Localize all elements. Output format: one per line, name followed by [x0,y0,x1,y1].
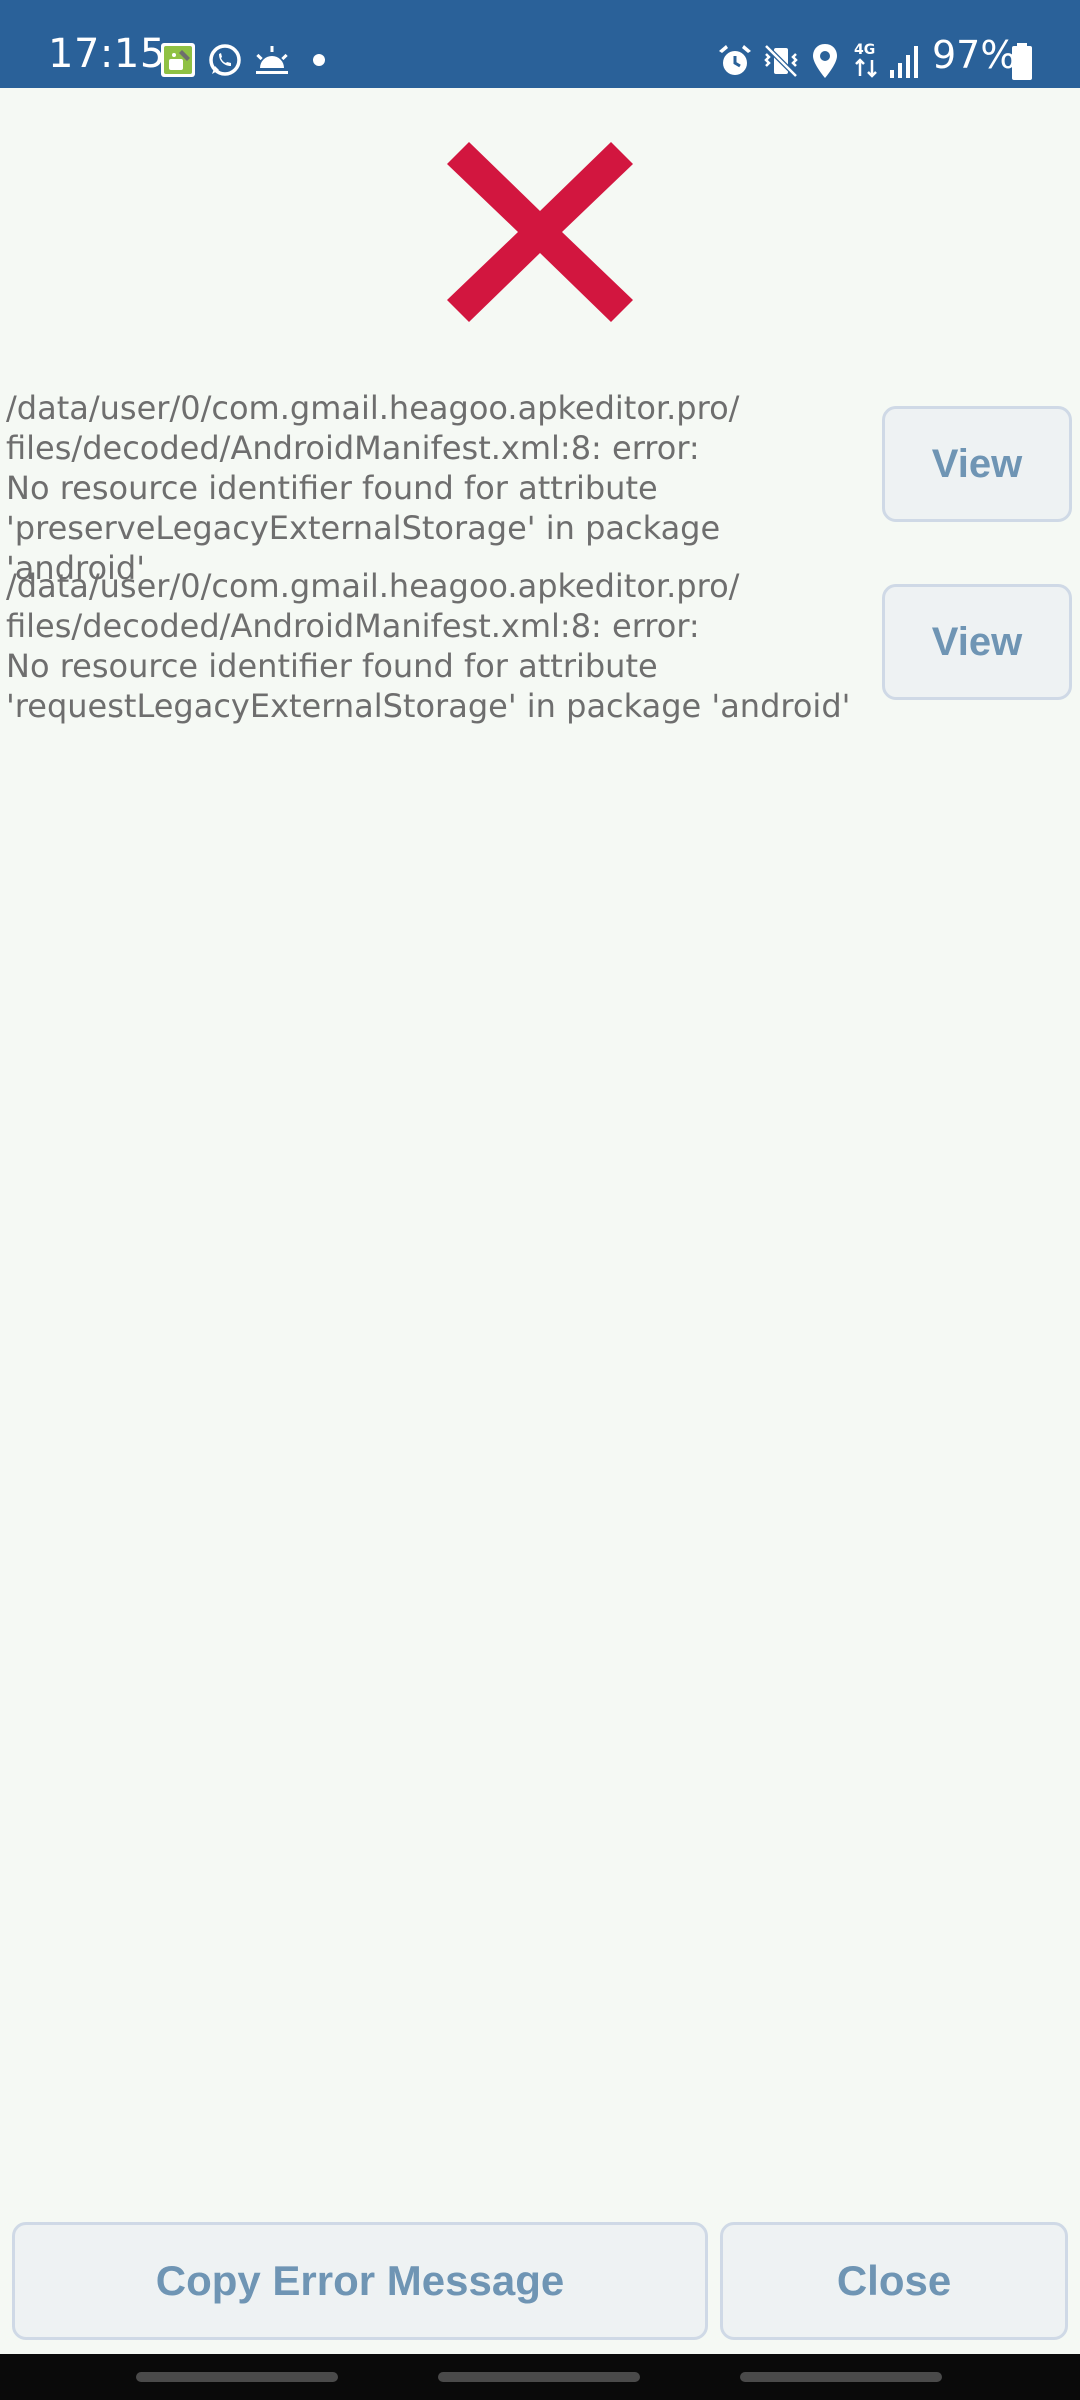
view-button[interactable]: View [882,406,1072,522]
error-message: /data/user/0/com.gmail.heagoo.apkeditor.… [6,567,851,725]
nav-back-handle[interactable] [740,2372,942,2382]
signal-icon [890,46,918,78]
nav-home-handle[interactable] [438,2372,640,2382]
vibrate-off-icon [764,44,798,78]
error-message: /data/user/0/com.gmail.heagoo.apkeditor.… [6,389,740,587]
nav-recent-apps-handle[interactable] [136,2372,338,2382]
navigation-bar [0,2354,1080,2400]
battery-percentage: 97% [932,33,1017,77]
apk-editor-icon [161,43,195,77]
4g-icon: 4G [854,42,877,78]
status-bar: 17:15 4G 97% [0,0,1080,88]
svg-text:4G: 4G [854,42,875,58]
view-button[interactable]: View [882,584,1072,700]
red-x-icon [447,142,633,322]
copy-error-message-button[interactable]: Copy Error Message [12,2222,708,2340]
whatsapp-icon [209,44,241,76]
alarm-icon [719,45,751,75]
dot-icon [313,54,325,66]
error-list-item: /data/user/0/com.gmail.heagoo.apkeditor.… [0,566,1080,736]
status-time: 17:15 [48,31,166,77]
battery-icon [1012,43,1032,80]
close-button[interactable]: Close [720,2222,1068,2340]
sunrise-icon [256,46,288,74]
error-list-item: /data/user/0/com.gmail.heagoo.apkeditor.… [0,388,1080,587]
location-icon [813,44,837,78]
